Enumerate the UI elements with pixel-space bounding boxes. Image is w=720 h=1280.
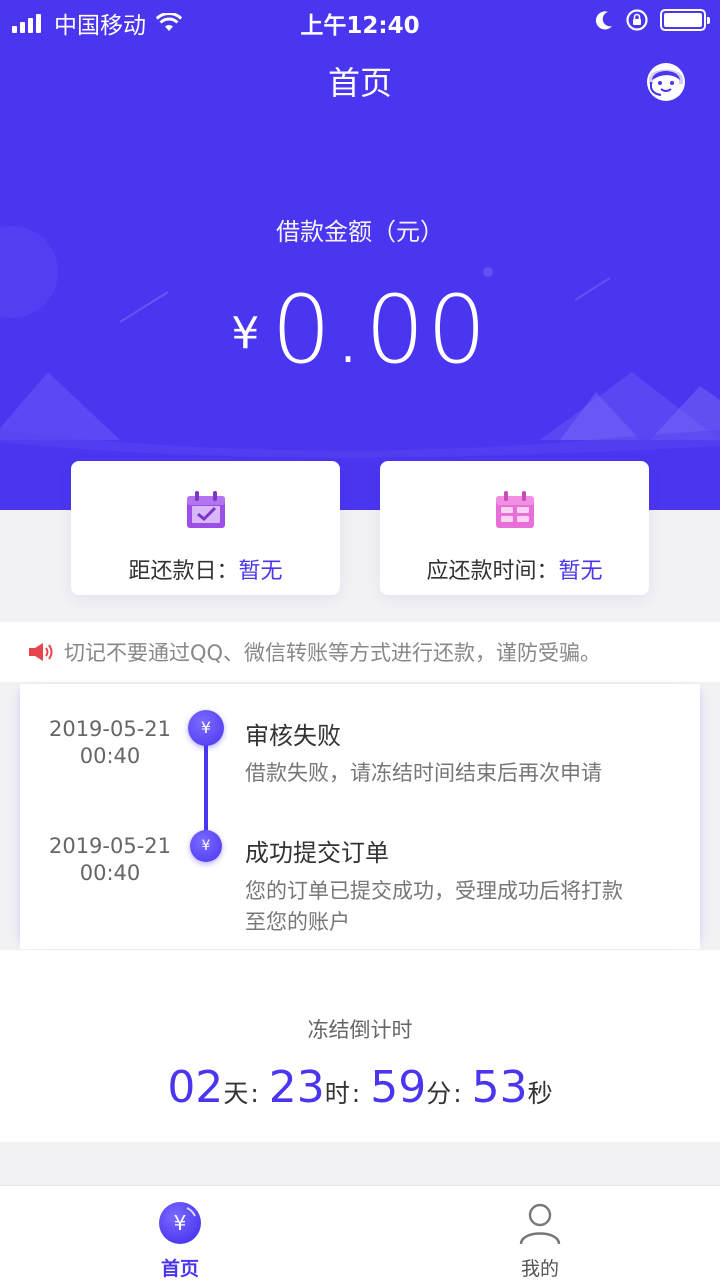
loan-amount-label: 借款金额（元） [276, 218, 444, 246]
anti-fraud-notice: 切记不要通过QQ、微信转账等方式进行还款，谨防受骗。 [0, 622, 720, 682]
notice-text: 切记不要通过QQ、微信转账等方式进行还款，谨防受骗。 [64, 641, 602, 665]
tab-bar: ¥ 首页 我的 [0, 1185, 720, 1280]
moon-icon [595, 11, 612, 30]
timeline-item-1-description: 借款失败，请冻结时间结束后再次申请 [245, 761, 602, 785]
battery-icon [660, 9, 710, 31]
rotation-lock-icon [626, 9, 648, 31]
page-title: 首页 [327, 64, 392, 102]
countdown-hours-unit: 时 [324, 1079, 350, 1108]
due-time-value: 暂无 [558, 559, 603, 584]
countdown-minutes-unit: 分 [426, 1079, 452, 1108]
due-time-text: 应还款时间：暂无 [380, 553, 649, 585]
timeline-item-1-date: 2019-05-21 [48, 717, 172, 741]
timeline-item-1-datetime: 2019-05-21 00:40 [30, 716, 190, 770]
svg-text:¥: ¥ [174, 1211, 187, 1235]
days-until-due-label: 距还款日： [128, 559, 239, 584]
timeline-item-1-time: 00:40 [79, 744, 141, 768]
tab-me-label: 我的 [520, 1258, 559, 1280]
tab-home-label: 首页 [160, 1258, 199, 1280]
user-icon [519, 1203, 561, 1245]
due-time-label: 应还款时间： [426, 559, 559, 584]
days-until-due-text: 距还款日：暂无 [71, 553, 340, 585]
loan-amount: ¥0.00 [0, 276, 720, 385]
timeline-item-2-date: 2019-05-21 [48, 834, 172, 858]
countdown-days-unit: 天 [223, 1079, 249, 1108]
tab-me[interactable]: 我的 [360, 1186, 720, 1280]
calendar-check-icon [187, 491, 225, 528]
timeline-item-2-datetime: 2019-05-21 00:40 [30, 833, 190, 887]
order-timeline: 2019-05-21 00:40 ¥ 审核失败 借款失败，请冻结时间结束后再次申… [20, 684, 700, 949]
yuan-node-icon: ¥ [188, 710, 224, 746]
countdown-separator: : [250, 1079, 259, 1108]
currency-symbol: ¥ [231, 308, 260, 359]
customer-service-icon[interactable] [643, 58, 689, 104]
countdown-separator: : [453, 1079, 462, 1108]
countdown-timer: 02天: 23时: 59分: 53秒 [0, 1062, 720, 1113]
countdown-label: 冻结倒计时 [307, 1018, 413, 1042]
timeline-item-2-description-line2: 至您的账户 [245, 910, 350, 934]
countdown-separator: : [351, 1079, 361, 1108]
countdown-minutes: 59 [370, 1062, 427, 1113]
yuan-node-icon: ¥ [190, 830, 222, 862]
tab-home[interactable]: ¥ 首页 [0, 1186, 360, 1280]
calendar-icon [496, 491, 534, 528]
freeze-countdown: 冻结倒计时 02天: 23时: 59分: 53秒 [0, 950, 720, 1142]
timeline-item-2-description: 您的订单已提交成功，受理成功后将打款 至您的账户 [245, 876, 685, 938]
days-until-due-value: 暂无 [238, 559, 283, 584]
due-time-card: 应还款时间：暂无 [380, 461, 649, 595]
timeline-item-2-time: 00:40 [79, 861, 141, 885]
status-bar: 中国移动 上午12:40 [0, 0, 720, 40]
countdown-hours: 23 [268, 1062, 325, 1113]
hero-header: 中国移动 上午12:40 首页 借款金额（元） ¥ 0.00 [0, 0, 720, 510]
timeline-item-2-title: 成功提交订单 [245, 839, 389, 867]
countdown-seconds-unit: 秒 [527, 1079, 553, 1108]
timeline-item-2-description-line1: 您的订单已提交成功，受理成功后将打款 [245, 879, 623, 903]
days-until-due-card: 距还款日：暂无 [71, 461, 340, 595]
countdown-days: 02 [167, 1062, 224, 1113]
countdown-seconds: 53 [471, 1062, 528, 1113]
speaker-icon [29, 643, 53, 661]
yuan-home-icon: ¥ [159, 1202, 201, 1244]
timeline-item-1-title: 审核失败 [245, 722, 341, 750]
loan-amount-value: 0.00 [271, 276, 489, 385]
